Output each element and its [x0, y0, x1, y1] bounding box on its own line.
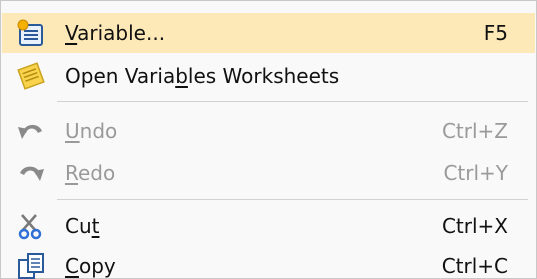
menu-item-label: Undo [65, 119, 118, 143]
menu-item-label: Variable... [65, 21, 166, 45]
menu-item-label: Redo [65, 161, 116, 185]
menu-item-label: Open Variables Worksheets [65, 64, 340, 88]
menu-item-undo[interactable]: Undo Ctrl+Z [2, 111, 535, 151]
worksheets-icon [16, 62, 46, 90]
menu-separator [57, 199, 528, 200]
copy-icon [16, 252, 46, 279]
menu-item-shortcut: Ctrl+Z [441, 119, 508, 143]
menu-item-label: Copy [65, 254, 116, 278]
menu-item-shortcut: Ctrl+C [441, 254, 508, 278]
context-menu: Variable... F5 Open Variables Worksheets [0, 0, 537, 279]
menu-item-variable[interactable]: Variable... F5 [2, 13, 535, 53]
menu-item-open-variables-worksheets[interactable]: Open Variables Worksheets [2, 56, 535, 96]
menu-item-cut[interactable]: Cut Ctrl+X [2, 206, 535, 246]
menu-separator [57, 101, 528, 102]
menu-item-shortcut: Ctrl+Y [443, 161, 508, 185]
undo-icon [16, 117, 46, 145]
menu-item-shortcut: Ctrl+X [441, 214, 508, 238]
scissors-icon [16, 212, 46, 240]
variable-icon [16, 19, 46, 47]
menu-item-shortcut: F5 [483, 21, 508, 45]
menu-item-redo[interactable]: Redo Ctrl+Y [2, 153, 535, 193]
redo-icon [16, 159, 46, 187]
menu-item-copy[interactable]: Copy Ctrl+C [2, 246, 535, 279]
menu-item-label: Cut [65, 214, 100, 238]
